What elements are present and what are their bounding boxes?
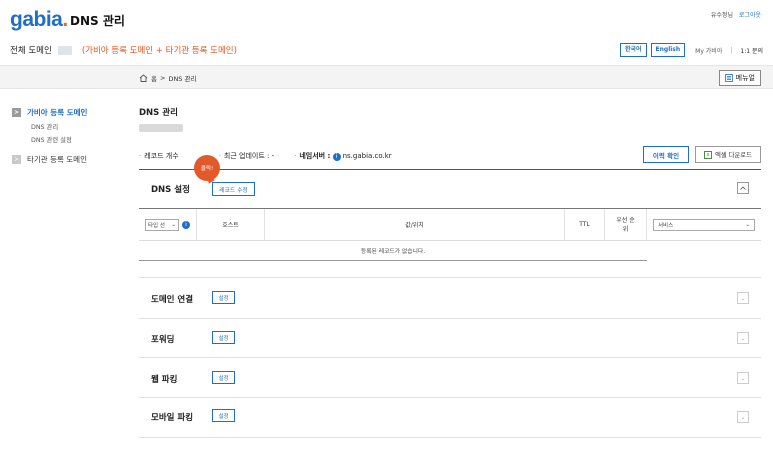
section-title-forwarding: 포워딩: [151, 335, 175, 345]
page-title: DNS 관리: [139, 108, 178, 118]
logout-link[interactable]: 로그아웃: [739, 12, 761, 19]
user-area: 유수정님 로그아웃: [711, 10, 761, 19]
chevron-down-icon[interactable]: ⌄: [737, 332, 749, 344]
divider: [139, 437, 761, 438]
lang-korean-button[interactable]: 한국어: [619, 43, 647, 57]
service-column: 서비스 ⌄: [647, 209, 761, 240]
user-name: 유수정님: [710, 12, 733, 19]
priority-column: 우선 순위: [605, 209, 647, 240]
excel-download-button[interactable]: x 엑셀 다운로드: [695, 146, 761, 163]
link-separator: |: [730, 46, 733, 54]
sidebar-item-other-domains[interactable]: > 타기관 등록 도메인: [12, 154, 132, 165]
lang-english-button[interactable]: English: [650, 43, 686, 57]
chevron-down-icon[interactable]: ⌄: [737, 292, 749, 304]
sidebar-item-label: 가비아 등록 도메인: [27, 108, 88, 117]
dns-info-row: · 레코드 개수 · 최근 업데이트 : - · 네임서버 : i ns.gabia.c…: [139, 151, 412, 161]
breadcrumb-home[interactable]: 홈: [151, 73, 157, 83]
sidebar: > 가비아 등록 도메인 DNS 관리 DNS 관련 설정 > 타기관 등록 도…: [12, 107, 132, 169]
type-select[interactable]: 타입 선 ⌄: [145, 218, 179, 231]
menu-icon: [724, 74, 733, 82]
chevron-up-icon[interactable]: [737, 182, 749, 194]
manual-label: 메뉴얼: [735, 74, 755, 82]
chevron-down-icon: ⌄: [171, 221, 176, 228]
breadcrumb-separator: >: [159, 74, 166, 82]
dns-settings-title: DNS 설정: [151, 185, 190, 195]
mobile-parking-settings-button[interactable]: 설정: [212, 409, 235, 422]
inquiry-link[interactable]: 1:1 문의: [740, 46, 763, 55]
nameserver-value: ns.gabia.co.kr: [342, 152, 392, 160]
excel-icon: x: [704, 150, 713, 159]
dns-record-table-header: 타입 선 ⌄ i 호스트 값/위치 TTL 우선 순위 서비스 ⌄: [139, 208, 761, 241]
divider: [139, 277, 761, 278]
chevron-down-icon[interactable]: ⌄: [737, 372, 749, 384]
chevron-right-icon: >: [12, 155, 21, 164]
empty-records-message: 등록된 레코드가 없습니다.: [139, 241, 647, 261]
service-select[interactable]: 서비스 ⌄: [653, 218, 755, 231]
sidebar-subitem-dns-settings[interactable]: DNS 관련 설정: [31, 135, 132, 144]
gabia-logo[interactable]: gabia.: [10, 8, 68, 32]
manual-button[interactable]: 메뉴얼: [718, 70, 761, 86]
ttl-column: TTL: [565, 209, 605, 240]
domain-name-redacted: [139, 124, 183, 132]
last-updated: · 최근 업데이트 : -: [218, 152, 275, 160]
domain-selector[interactable]: [57, 45, 72, 55]
chevron-down-icon: ⌄: [745, 221, 750, 228]
breadcrumb: 홈 > DNS 관리: [139, 73, 196, 83]
my-gabia-link[interactable]: My 가비아: [695, 46, 722, 55]
history-button[interactable]: 이력 확인: [643, 146, 689, 163]
click-hint-bubble: 클릭!: [194, 155, 220, 181]
sidebar-item-gabia-domains[interactable]: > 가비아 등록 도메인: [12, 107, 132, 118]
forwarding-settings-button[interactable]: 설정: [212, 331, 235, 344]
host-column: 호스트: [197, 209, 265, 240]
domain-filter-row: 전체 도메인 (가비아 등록 도메인 + 타기관 등록 도메인): [10, 44, 237, 56]
chevron-down-icon[interactable]: ⌄: [737, 411, 749, 423]
section-title-domain-connect: 도메인 연결: [151, 295, 194, 305]
sidebar-item-label: 타기관 등록 도메인: [27, 155, 87, 164]
record-edit-button[interactable]: 레코드 수정: [212, 182, 255, 196]
divider: [139, 357, 761, 358]
value-column: 값/위치: [265, 209, 565, 240]
domain-connect-settings-button[interactable]: 설정: [212, 291, 235, 304]
top-links: 한국어 English My 가비아 | 1:1 문의: [619, 43, 763, 57]
breadcrumb-bar: 홈 > DNS 관리 메뉴얼: [0, 65, 773, 89]
info-icon[interactable]: i: [182, 220, 190, 229]
info-icon[interactable]: i: [332, 153, 341, 161]
all-domains-label: 전체 도메인: [10, 46, 52, 56]
chevron-right-icon: >: [12, 108, 21, 117]
sidebar-subitem-dns-manage[interactable]: DNS 관리: [31, 122, 132, 131]
breadcrumb-current: DNS 관리: [168, 75, 197, 83]
divider: [139, 318, 761, 319]
record-count: · 레코드 개수: [139, 152, 179, 160]
section-title-web-parking: 웹 파킹: [151, 375, 178, 385]
section-title-mobile-parking: 모바일 파킹: [151, 413, 194, 423]
domain-types-label: (가비아 등록 도메인 + 타기관 등록 도메인): [81, 46, 237, 56]
app-title: DNS 관리: [70, 14, 125, 28]
divider: [139, 169, 761, 170]
type-column: 타입 선 ⌄ i: [139, 209, 197, 240]
home-icon[interactable]: [139, 74, 148, 82]
nameserver: · 네임서버 : i ns.gabia.co.kr: [294, 152, 392, 161]
web-parking-settings-button[interactable]: 설정: [212, 371, 235, 384]
divider: [139, 397, 761, 398]
